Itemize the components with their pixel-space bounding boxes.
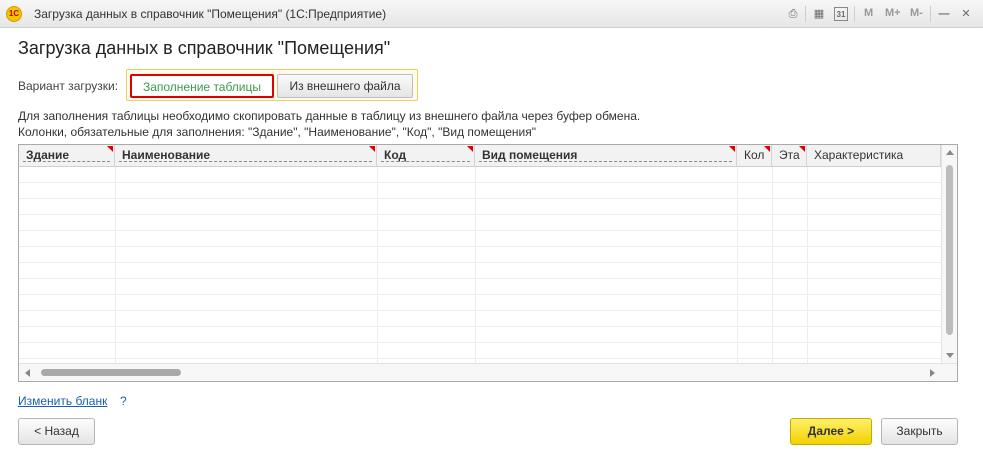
table-row[interactable] [19, 231, 941, 247]
close-button[interactable]: Закрыть [881, 418, 958, 445]
column-divider [377, 167, 378, 363]
data-table[interactable]: Здание Наименование Код Вид помещения Ко… [18, 144, 958, 382]
table-row[interactable] [19, 343, 941, 359]
column-header-quantity[interactable]: Кол [737, 145, 772, 166]
column-header-label: Характеристика [814, 148, 904, 162]
next-button[interactable]: Далее > [790, 418, 872, 445]
column-header-label: Наименование [122, 148, 211, 162]
variant-fill-table-button[interactable]: Заполнение таблицы [130, 74, 274, 98]
column-header-code[interactable]: Код [377, 145, 475, 166]
required-marker-icon [107, 146, 113, 152]
column-header-label: Код [384, 148, 407, 162]
column-header-label: Кол [744, 148, 765, 162]
variant-label: Вариант загрузки: [18, 79, 119, 93]
table-row[interactable] [19, 279, 941, 295]
header-underline [381, 161, 470, 162]
required-marker-icon [764, 146, 770, 152]
column-divider [115, 167, 116, 363]
close-icon[interactable]: ✕ [959, 7, 973, 21]
calendar-icon[interactable]: 31 [834, 7, 848, 21]
column-header-name[interactable]: Наименование [115, 145, 377, 166]
table-body[interactable] [19, 167, 941, 363]
required-marker-icon [369, 146, 375, 152]
column-header-characteristic[interactable]: Характеристика [807, 145, 941, 166]
scroll-up-icon[interactable] [946, 150, 954, 155]
header-underline [479, 161, 732, 162]
scroll-down-icon[interactable] [946, 353, 954, 358]
page-title: Загрузка данных в справочник "Помещения" [18, 38, 391, 58]
column-header-label: Вид помещения [482, 148, 578, 162]
scroll-left-icon[interactable] [25, 369, 30, 377]
window-titlebar: 1С Загрузка данных в справочник "Помещен… [0, 0, 983, 28]
column-header-label: Эта [779, 148, 800, 162]
column-header-room-type[interactable]: Вид помещения [475, 145, 737, 166]
table-row[interactable] [19, 263, 941, 279]
table-header: Здание Наименование Код Вид помещения Ко… [19, 145, 941, 167]
toolbar-separator [805, 6, 806, 22]
calculator-icon[interactable]: ▦ [812, 7, 826, 21]
column-header-floor[interactable]: Эта [772, 145, 807, 166]
help-icon[interactable]: ? [120, 394, 127, 408]
required-marker-icon [467, 146, 473, 152]
horizontal-scrollbar[interactable] [19, 363, 957, 381]
info-text-line1: Для заполнения таблицы необходимо скопир… [18, 109, 641, 123]
table-row[interactable] [19, 295, 941, 311]
table-row[interactable] [19, 247, 941, 263]
print-icon[interactable]: ⎙ [786, 7, 800, 21]
column-header-label: Здание [26, 148, 70, 162]
header-underline [23, 161, 110, 162]
column-divider [737, 167, 738, 363]
header-underline [119, 161, 372, 162]
horizontal-scroll-thumb[interactable] [41, 369, 181, 376]
table-row[interactable] [19, 327, 941, 343]
info-text-line2: Колонки, обязательные для заполнения: "З… [18, 125, 536, 139]
window-title: Загрузка данных в справочник "Помещения"… [34, 7, 387, 21]
back-button[interactable]: < Назад [18, 418, 95, 445]
memory-minus-button[interactable]: M- [910, 7, 923, 19]
vertical-scroll-thumb[interactable] [946, 165, 953, 335]
column-divider [475, 167, 476, 363]
required-marker-icon [799, 146, 805, 152]
load-variant-toggle: Заполнение таблицы Из внешнего файла [126, 69, 418, 101]
minimize-icon[interactable]: — [937, 7, 951, 21]
change-form-link[interactable]: Изменить бланк [18, 394, 107, 408]
table-row[interactable] [19, 311, 941, 327]
table-row[interactable] [19, 199, 941, 215]
memory-m-button[interactable]: M [864, 7, 873, 19]
vertical-scrollbar[interactable] [941, 145, 957, 363]
variant-external-file-button[interactable]: Из внешнего файла [277, 74, 413, 98]
column-divider [807, 167, 808, 363]
column-divider [772, 167, 773, 363]
table-row[interactable] [19, 183, 941, 199]
toolbar-separator [854, 6, 855, 22]
memory-plus-button[interactable]: M+ [885, 7, 901, 19]
scroll-right-icon[interactable] [930, 369, 935, 377]
app-logo-icon: 1С [6, 6, 22, 22]
required-marker-icon [729, 146, 735, 152]
table-row[interactable] [19, 215, 941, 231]
column-header-building[interactable]: Здание [19, 145, 115, 166]
table-row[interactable] [19, 167, 941, 183]
toolbar-separator [930, 6, 931, 22]
